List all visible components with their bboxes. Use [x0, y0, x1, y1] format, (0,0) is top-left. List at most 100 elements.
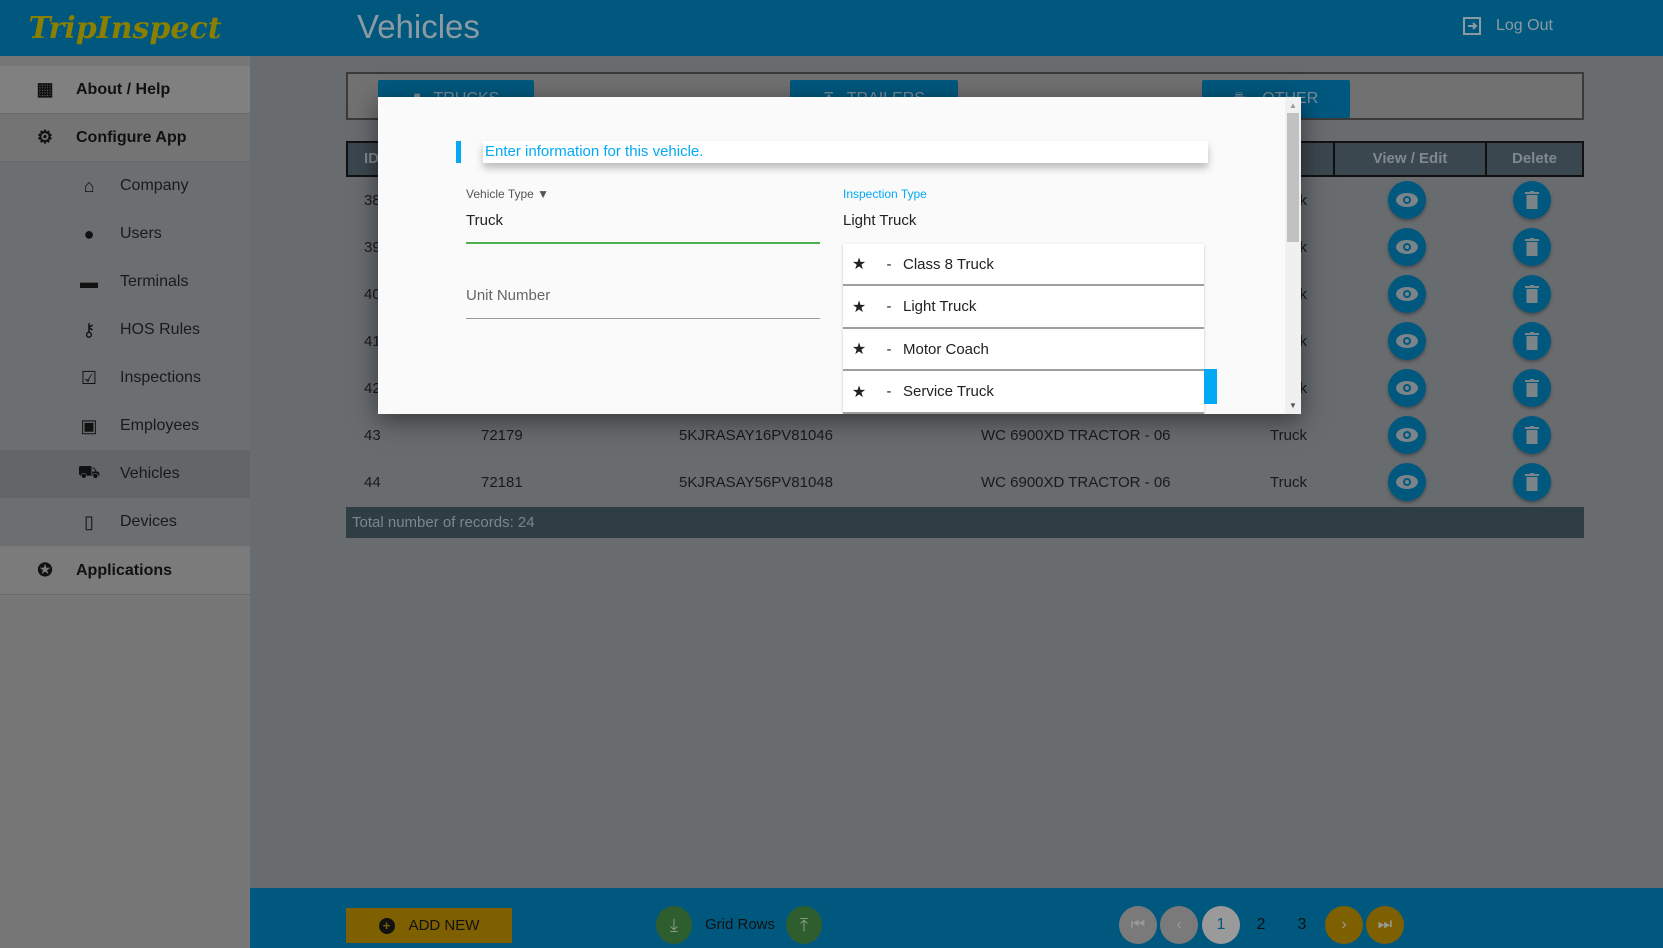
- add-new-button[interactable]: + ADD NEW: [346, 908, 512, 943]
- logout-icon: [1463, 17, 1481, 35]
- sidebar-item-devices[interactable]: ▯ Devices: [0, 498, 250, 546]
- sidebar-item-vehicles[interactable]: ⛟ Vehicles: [0, 450, 250, 498]
- scrollbar-thumb[interactable]: [1287, 113, 1299, 242]
- sidebar-item-employees[interactable]: ▣ Employees: [0, 402, 250, 450]
- key-icon: ⚷: [82, 319, 96, 340]
- sidebar-label: Users: [120, 225, 162, 242]
- tablet-icon: ▯: [84, 511, 94, 532]
- logo: TripInspect: [28, 10, 222, 46]
- delete-button[interactable]: [1513, 369, 1551, 407]
- sidebar-item-inspections[interactable]: ☑ Inspections: [0, 354, 250, 402]
- delete-button[interactable]: [1513, 322, 1551, 360]
- view-edit-button[interactable]: [1388, 463, 1426, 501]
- view-edit-button[interactable]: [1388, 275, 1426, 313]
- dropdown-scroll-indicator[interactable]: [1204, 369, 1217, 404]
- sidebar-label: Terminals: [120, 273, 189, 290]
- grid-rows-increase-button[interactable]: ⤒: [786, 906, 822, 944]
- view-edit-button[interactable]: [1388, 181, 1426, 219]
- table-row[interactable]: 43 72179 5KJRASAY16PV81046 WC 6900XD TRA…: [346, 412, 1584, 459]
- dropdown-option[interactable]: ★ - Light Truck: [843, 287, 1204, 329]
- trash-icon: [1525, 332, 1539, 350]
- sidebar-item-configure-app[interactable]: ⚙ Configure App: [0, 114, 250, 162]
- vehicle-type-select[interactable]: Truck: [466, 212, 503, 229]
- delete-button[interactable]: [1513, 416, 1551, 454]
- sidebar-label: Applications: [76, 561, 173, 579]
- eye-icon: [1396, 381, 1418, 395]
- inspection-type-label: Inspection Type: [843, 187, 927, 201]
- star-circle-icon: ✪: [37, 560, 53, 580]
- scroll-down-icon[interactable]: ▼: [1289, 401, 1297, 410]
- sidebar: ▦ About / Help ⚙ Configure App ⌂ Company ● U…: [0, 56, 250, 948]
- last-page-button[interactable]: ⏭: [1366, 906, 1404, 944]
- star-icon: ★: [851, 341, 867, 358]
- delete-button[interactable]: [1513, 181, 1551, 219]
- eye-icon: [1396, 475, 1418, 489]
- view-edit-button[interactable]: [1388, 369, 1426, 407]
- header-delete: Delete: [1485, 143, 1582, 175]
- eye-icon: [1396, 334, 1418, 348]
- cell-description: WC 6900XD TRACTOR - 06: [981, 474, 1171, 491]
- eye-icon: [1396, 240, 1418, 254]
- eye-icon: [1396, 428, 1418, 442]
- sidebar-item-users[interactable]: ● Users: [0, 210, 250, 258]
- dropdown-option[interactable]: ★ - Motor Coach: [843, 329, 1204, 371]
- page-1-button[interactable]: 1: [1202, 906, 1240, 944]
- upload-arrow-icon: ⤒: [800, 914, 808, 935]
- page-title: Vehicles: [357, 8, 480, 45]
- cell-description: WC 6900XD TRACTOR - 06: [981, 427, 1171, 444]
- total-records: Total number of records: 24: [346, 507, 1584, 538]
- delete-button[interactable]: [1513, 463, 1551, 501]
- scroll-up-icon[interactable]: ▲: [1289, 101, 1297, 110]
- first-page-icon: ⏮: [1130, 916, 1146, 933]
- next-page-button[interactable]: ›: [1325, 906, 1363, 944]
- unit-number-input[interactable]: Unit Number: [466, 287, 550, 304]
- chevron-left-icon: ‹: [1176, 916, 1182, 933]
- cell-id: 44: [364, 474, 381, 491]
- option-label: Light Truck: [903, 298, 977, 315]
- star-icon: ★: [851, 383, 867, 401]
- table-row[interactable]: 44 72181 5KJRASAY56PV81048 WC 6900XD TRA…: [346, 459, 1584, 506]
- logout-button[interactable]: Log Out: [1462, 16, 1553, 36]
- vehicle-type-label: Vehicle Type ▼: [466, 187, 550, 201]
- first-page-button[interactable]: ⏮: [1119, 906, 1157, 944]
- sidebar-item-applications[interactable]: ✪ Applications: [0, 547, 250, 595]
- cell-unit: 72181: [481, 474, 523, 491]
- option-label: Motor Coach: [903, 340, 989, 358]
- cell-type: Truck: [1270, 427, 1307, 444]
- vehicle-type-underline: [466, 242, 820, 244]
- sidebar-item-terminals[interactable]: ▬ Terminals: [0, 258, 250, 306]
- star-icon: ★: [851, 298, 867, 316]
- option-label: Class 8 Truck: [903, 255, 994, 273]
- trash-icon: [1525, 426, 1539, 444]
- eye-icon: [1396, 193, 1418, 207]
- delete-button[interactable]: [1513, 228, 1551, 266]
- banner-accent: [456, 141, 461, 163]
- view-edit-button[interactable]: [1388, 228, 1426, 266]
- option-separator: -: [886, 340, 892, 358]
- truck-icon: ⛟: [77, 462, 101, 482]
- inspection-type-select[interactable]: Light Truck: [843, 212, 916, 229]
- delete-button[interactable]: [1513, 275, 1551, 313]
- download-arrow-icon: ⤓: [670, 914, 678, 935]
- view-edit-button[interactable]: [1388, 416, 1426, 454]
- dropdown-option[interactable]: ★ - Service Truck: [843, 372, 1204, 414]
- page-2-button[interactable]: 2: [1242, 906, 1280, 944]
- dashboard-icon: ▦: [36, 79, 54, 99]
- add-new-label: ADD NEW: [408, 917, 480, 934]
- sidebar-item-company[interactable]: ⌂ Company: [0, 162, 250, 210]
- dropdown-option[interactable]: ★ - Class 8 Truck: [843, 244, 1204, 286]
- grid-rows-decrease-button[interactable]: ⤓: [656, 906, 692, 944]
- sidebar-item-about[interactable]: ▦ About / Help: [0, 66, 250, 114]
- view-edit-button[interactable]: [1388, 322, 1426, 360]
- dialog-scrollbar[interactable]: ▲ ▼: [1285, 97, 1301, 414]
- sidebar-label: Devices: [120, 513, 177, 530]
- prev-page-button[interactable]: ‹: [1160, 906, 1198, 944]
- sidebar-item-hos-rules[interactable]: ⚷ HOS Rules: [0, 306, 250, 354]
- cell-unit: 72179: [481, 427, 523, 444]
- trash-icon: [1525, 473, 1539, 491]
- eye-icon: [1396, 287, 1418, 301]
- page-3-button[interactable]: 3: [1283, 906, 1321, 944]
- chevron-right-icon: ›: [1341, 916, 1347, 933]
- trash-icon: [1525, 285, 1539, 303]
- inspection-type-dropdown: ★ - Class 8 Truck ★ - Light Truck ★ - Mo…: [843, 244, 1204, 414]
